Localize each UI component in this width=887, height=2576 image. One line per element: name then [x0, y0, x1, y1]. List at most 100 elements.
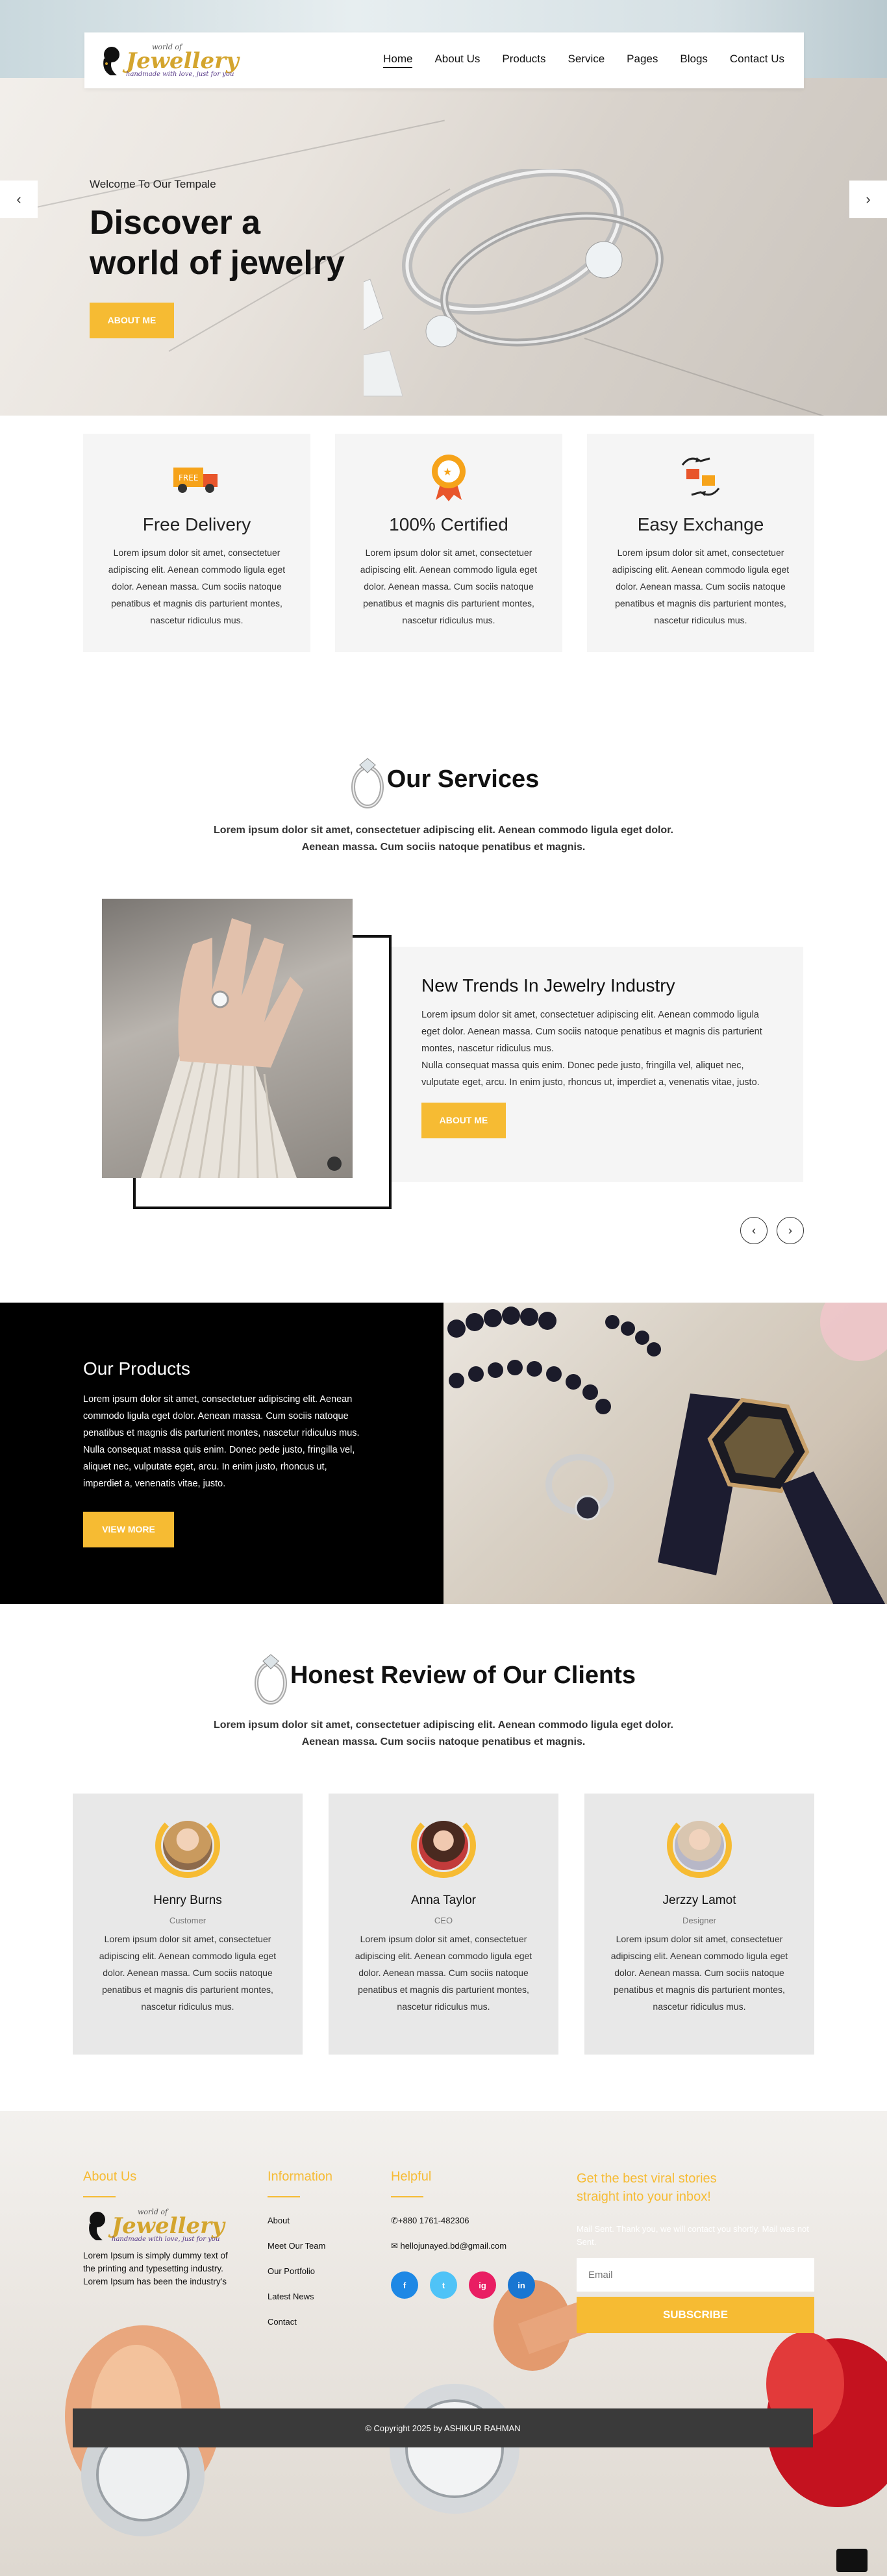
facebook-icon[interactable]: f: [391, 2271, 418, 2299]
slider-next-button[interactable]: ›: [849, 181, 887, 218]
features-row: FREE Free Delivery Lorem ipsum dolor sit…: [83, 434, 814, 652]
footer-helpful-col: Helpful ✆+880 1761-482306 ✉ hellojunayed…: [391, 2170, 535, 2299]
hero-text: Welcome To Our Tempale Discover a world o…: [90, 178, 345, 338]
feature-title: Easy Exchange: [637, 514, 764, 534]
view-more-button[interactable]: VIEW MORE: [83, 1512, 174, 1547]
exchange-hands-icon: [587, 452, 814, 501]
footer-phone[interactable]: ✆+880 1761-482306: [391, 2208, 535, 2233]
services-about-button[interactable]: ABOUT ME: [421, 1103, 506, 1138]
page: world of Jewellery handmade with love, j…: [0, 0, 887, 2576]
divider: [391, 2196, 423, 2197]
review-text: Lorem ipsum dolor sit amet, consectetuer…: [355, 1934, 532, 2012]
services-next-button[interactable]: ›: [777, 1217, 804, 1244]
menu-contact-us[interactable]: Contact Us: [730, 53, 784, 68]
footer: About Us world of Jewellery handmade wit…: [0, 2111, 887, 2576]
footer-info-title: Information: [268, 2170, 333, 2184]
services-card: New Trends In Jewelry Industry Lorem ips…: [392, 947, 803, 1182]
reviews-title: Honest Review of Our Clients: [290, 1661, 636, 1689]
slider-prev-button[interactable]: ‹: [0, 181, 38, 218]
products-title: Our Products: [83, 1358, 190, 1379]
mail-icon: ✉: [391, 2241, 401, 2251]
reviews-heading: Honest Review of Our Clients: [0, 1643, 887, 1711]
review-card: Henry Burns Customer Lorem ipsum dolor s…: [73, 1794, 303, 2055]
review-card: Jerzzy Lamot Designer Lorem ipsum dolor …: [584, 1794, 814, 2055]
footer-about-title: About Us: [83, 2170, 137, 2184]
twitter-icon[interactable]: t: [430, 2271, 457, 2299]
feature-title: Free Delivery: [142, 514, 251, 534]
newsletter-title: Get the best viral stories straight into…: [577, 2171, 717, 2204]
reviews-row: Henry Burns Customer Lorem ipsum dolor s…: [73, 1794, 814, 2055]
products-image: [443, 1303, 887, 1604]
footer-helpful-title: Helpful: [391, 2170, 432, 2184]
feature-text: Lorem ipsum dolor sit amet, consectetuer…: [108, 547, 286, 625]
reviews-subtitle: Lorem ipsum dolor sit amet, consectetuer…: [214, 1719, 673, 1747]
hero-about-button[interactable]: ABOUT ME: [90, 303, 174, 338]
products-section: Our Products Lorem ipsum dolor sit amet,…: [0, 1303, 887, 1604]
feature-text: Lorem ipsum dolor sit amet, consectetuer…: [360, 547, 538, 625]
avatar: [411, 1813, 476, 1878]
subscribe-button[interactable]: SUBSCRIBE: [577, 2297, 814, 2333]
ring-hand-image: [102, 899, 353, 1179]
review-name: Jerzzy Lamot: [662, 1894, 736, 1907]
footer-about-text: Lorem Ipsum is simply dummy text of the …: [83, 2251, 228, 2286]
footer-email[interactable]: ✉ hellojunayed.bd@gmail.com: [391, 2233, 535, 2258]
services-title: Our Services: [386, 765, 540, 793]
feature-card: ★ 100% Certified Lorem ipsum dolor sit a…: [335, 434, 562, 652]
phone-icon: ✆: [391, 2216, 398, 2225]
footer-link-portfolio[interactable]: Our Portfolio: [268, 2258, 332, 2284]
logo[interactable]: world of Jewellery handmade with love, j…: [97, 43, 239, 78]
ring-icon: [351, 758, 384, 808]
avatar: [667, 1813, 732, 1878]
menu-about-us[interactable]: About Us: [434, 53, 480, 68]
footer-link-news[interactable]: Latest News: [268, 2284, 332, 2309]
chevron-right-icon: ›: [788, 1223, 792, 1237]
menu-products[interactable]: Products: [502, 53, 545, 68]
hero-rings-image: [364, 169, 664, 397]
main-menu: Home About Us Products Service Pages Blo…: [383, 53, 784, 68]
social-links: f t ig in: [391, 2271, 535, 2299]
linkedin-icon[interactable]: in: [508, 2271, 535, 2299]
review-text: Lorem ipsum dolor sit amet, consectetuer…: [99, 1934, 277, 2012]
review-text: Lorem ipsum dolor sit amet, consectetuer…: [610, 1934, 788, 2012]
menu-service[interactable]: Service: [568, 53, 605, 68]
avatar: [155, 1813, 220, 1878]
menu-pages[interactable]: Pages: [627, 53, 658, 68]
review-name: Henry Burns: [153, 1894, 222, 1907]
feature-text: Lorem ipsum dolor sit amet, consectetuer…: [612, 547, 790, 625]
delivery-truck-icon: FREE: [83, 452, 310, 501]
scroll-to-top-button[interactable]: [836, 2549, 868, 2572]
newsletter-email-input[interactable]: [577, 2258, 814, 2292]
services-prev-button[interactable]: ‹: [740, 1217, 768, 1244]
footer-link-team[interactable]: Meet Our Team: [268, 2233, 332, 2258]
menu-home[interactable]: Home: [383, 53, 413, 68]
products-text-panel: Our Products Lorem ipsum dolor sit amet,…: [0, 1303, 443, 1604]
footer-info-col: Information About Meet Our Team Our Port…: [268, 2170, 332, 2334]
services-card-text: Lorem ipsum dolor sit amet, consectetuer…: [421, 1010, 762, 1054]
certified-badge-icon: ★: [335, 452, 562, 501]
instagram-icon[interactable]: ig: [469, 2271, 496, 2299]
divider: [268, 2196, 300, 2197]
chevron-right-icon: ›: [866, 191, 871, 207]
copyright-text: © Copyright 2025 by ASHIKUR RAHMAN: [365, 2423, 521, 2433]
logo-tagline: handmade with love, just for you: [112, 2236, 220, 2243]
navbar: world of Jewellery handmade with love, j…: [84, 32, 804, 88]
chevron-left-icon: ‹: [16, 191, 21, 207]
footer-logo[interactable]: world of Jewellery handmade with love, j…: [83, 2208, 239, 2243]
footer-link-contact[interactable]: Contact: [268, 2309, 332, 2334]
review-role: Designer: [682, 1916, 717, 1925]
newsletter-note: Mail Sent. Thank you, we will contact yo…: [577, 2224, 809, 2247]
footer-link-about[interactable]: About: [268, 2208, 332, 2233]
services-heading: Our Services: [0, 747, 887, 815]
footer-about-col: About Us world of Jewellery handmade wit…: [83, 2170, 239, 2288]
review-card: Anna Taylor CEO Lorem ipsum dolor sit am…: [329, 1794, 558, 2055]
ring-icon: [254, 1654, 287, 1705]
logo-tagline: handmade with love, just for you: [126, 71, 234, 78]
chevron-left-icon: ‹: [752, 1223, 756, 1237]
logo-line-2: Jewellery: [112, 2213, 225, 2239]
feature-card: Easy Exchange Lorem ipsum dolor sit amet…: [587, 434, 814, 652]
review-role: Customer: [169, 1916, 206, 1925]
hero-title: Discover a world of jewelry: [90, 204, 345, 282]
review-name: Anna Taylor: [411, 1894, 476, 1907]
products-text: Lorem ipsum dolor sit amet, consectetuer…: [83, 1394, 360, 1489]
menu-blogs[interactable]: Blogs: [680, 53, 708, 68]
